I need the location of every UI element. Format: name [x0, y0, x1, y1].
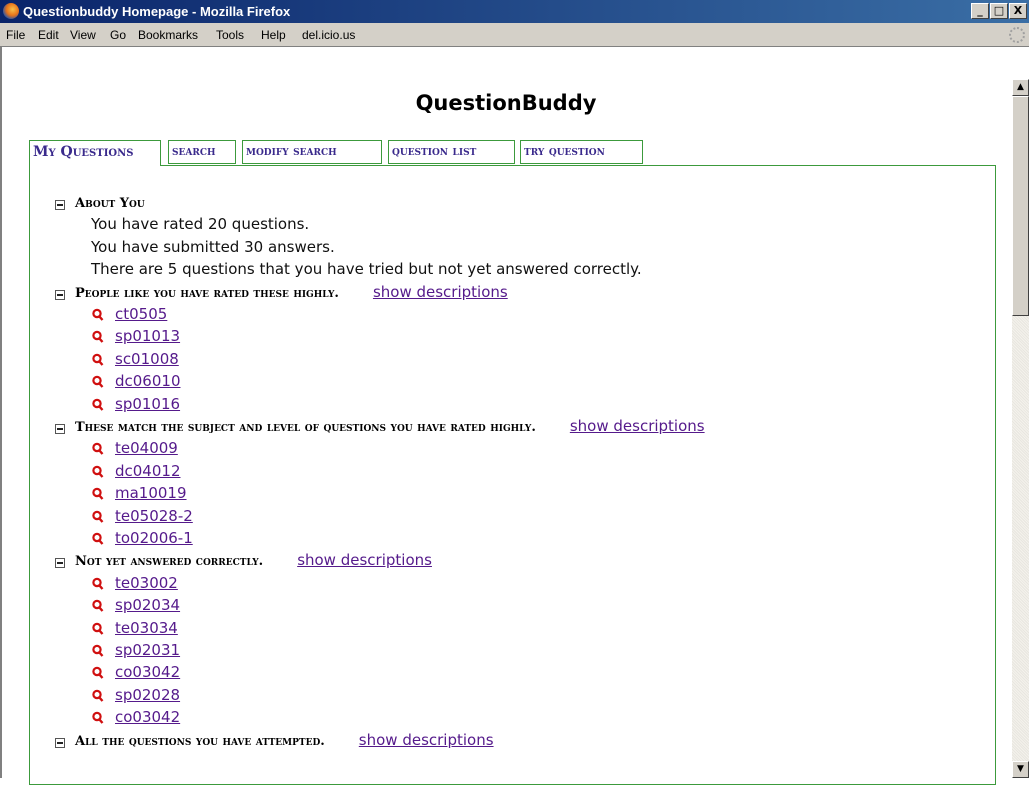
question-link[interactable]: sp02028	[115, 686, 180, 704]
menu-edit[interactable]: Edit	[38, 28, 59, 42]
question-link[interactable]: sp01016	[115, 395, 180, 413]
question-link[interactable]: dc06010	[115, 372, 181, 390]
menu-tools[interactable]: Tools	[216, 28, 244, 42]
menu-go[interactable]: Go	[110, 28, 126, 42]
menu-file[interactable]: File	[6, 28, 25, 42]
question-link[interactable]: dc04012	[115, 462, 181, 480]
scroll-down-button[interactable]: ▼	[1012, 761, 1029, 778]
tab-modify-search[interactable]: modify search	[242, 140, 382, 164]
section-heading: All the questions you have attempted.	[75, 733, 325, 749]
question-icon	[92, 465, 104, 478]
question-icon	[92, 331, 104, 344]
question-icon	[92, 622, 104, 635]
window-controls: _ □ X	[970, 3, 1027, 19]
show-descriptions-link[interactable]: show descriptions	[373, 283, 508, 301]
section-heading: People like you have rated these highly.	[75, 285, 339, 301]
tab-try-question[interactable]: try question	[520, 140, 643, 164]
collapse-toggle-icon[interactable]	[55, 424, 65, 434]
question-link[interactable]: co03042	[115, 663, 180, 681]
collapse-toggle-icon[interactable]	[55, 289, 65, 300]
question-link[interactable]: sc01008	[115, 350, 179, 368]
close-button[interactable]: X	[1009, 3, 1027, 19]
menu-view[interactable]: View	[70, 28, 96, 42]
window-title-bar: Questionbuddy Homepage - Mozilla Firefox…	[0, 0, 1029, 23]
question-link[interactable]: te03002	[115, 574, 178, 592]
collapse-toggle-icon[interactable]	[55, 737, 65, 748]
question-icon	[92, 667, 104, 680]
show-descriptions-link[interactable]: show descriptions	[570, 417, 705, 435]
tab-question-list[interactable]: question list	[388, 140, 515, 164]
section-heading: These match the subject and level of que…	[75, 420, 536, 435]
question-icon	[92, 308, 104, 321]
window-title: Questionbuddy Homepage - Mozilla Firefox	[23, 4, 291, 19]
menu-delicious[interactable]: del.icio.us	[302, 28, 355, 42]
question-link[interactable]: sp02031	[115, 641, 180, 659]
question-icon	[92, 644, 104, 657]
question-link[interactable]: te05028-2	[115, 507, 193, 525]
scroll-up-button[interactable]: ▲	[1012, 79, 1029, 96]
tab-search[interactable]: search	[168, 140, 236, 164]
menu-bookmarks[interactable]: Bookmarks	[138, 28, 198, 42]
question-icon	[92, 711, 104, 724]
collapse-toggle-icon[interactable]	[55, 200, 65, 210]
scrollbar-thumb[interactable]	[1012, 96, 1029, 316]
question-link[interactable]: te03034	[115, 619, 178, 637]
question-icon	[92, 443, 104, 456]
firefox-icon	[3, 3, 19, 19]
question-icon	[92, 510, 104, 523]
menu-bar: File Edit View Go Bookmarks Tools Help d…	[0, 23, 1029, 47]
about-line: You have submitted 30 answers.	[91, 237, 335, 256]
question-icon	[92, 689, 104, 702]
question-link[interactable]: co03042	[115, 708, 180, 726]
about-line: You have rated 20 questions.	[91, 215, 310, 234]
viewport-border	[0, 47, 2, 778]
question-link[interactable]: sp01013	[115, 327, 180, 345]
question-link[interactable]: te04009	[115, 439, 178, 457]
maximize-button[interactable]: □	[990, 3, 1008, 19]
question-icon	[92, 487, 104, 500]
section-heading: About You	[75, 196, 145, 211]
question-icon	[92, 577, 104, 590]
about-line: There are 5 questions that you have trie…	[91, 260, 642, 279]
show-descriptions-link[interactable]: show descriptions	[297, 551, 432, 569]
question-link[interactable]: ct0505	[115, 305, 167, 323]
minimize-button[interactable]: _	[971, 3, 989, 19]
question-icon	[92, 599, 104, 612]
question-icon	[92, 398, 104, 411]
page-title: QuestionBuddy	[415, 91, 597, 115]
question-icon	[92, 375, 104, 388]
tab-my-questions[interactable]: My Questions	[29, 140, 161, 166]
collapse-toggle-icon[interactable]	[55, 558, 65, 569]
show-descriptions-link[interactable]: show descriptions	[359, 731, 494, 749]
question-link[interactable]: sp02034	[115, 596, 180, 614]
question-link[interactable]: ma10019	[115, 484, 187, 502]
section-heading: Not yet answered correctly.	[75, 554, 264, 570]
question-icon	[92, 353, 104, 366]
question-icon	[92, 532, 104, 545]
question-link[interactable]: to02006-1	[115, 529, 193, 547]
menu-help[interactable]: Help	[261, 28, 286, 42]
throbber-icon	[1009, 27, 1025, 43]
